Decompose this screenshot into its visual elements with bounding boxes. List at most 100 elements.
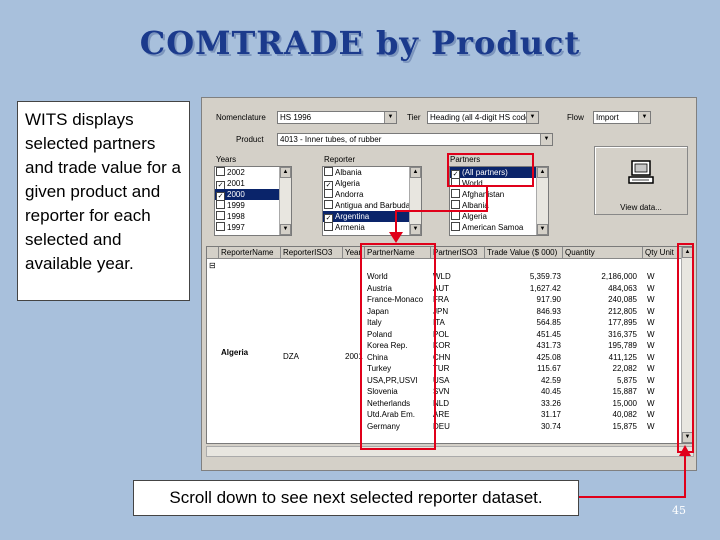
qty-unit-cell: W [647, 341, 655, 350]
flow-select[interactable]: Import ▼ [593, 111, 651, 124]
list-item-label: Albania [335, 168, 362, 177]
checkbox-icon[interactable] [216, 167, 225, 176]
checkbox-icon[interactable] [451, 189, 460, 198]
list-item-label: Albania [462, 201, 489, 210]
arrow-up-icon [679, 445, 691, 456]
view-data-label: View data... [620, 203, 662, 212]
partner-iso3-cell: AUT [433, 283, 449, 293]
years-scrollbar[interactable]: ▲ ▼ [279, 167, 291, 235]
connector-line [684, 453, 686, 498]
trade-value-cell: 31.17 [540, 410, 561, 419]
list-item-label: 1998 [227, 212, 245, 221]
list-item-label: 2000 [227, 190, 245, 199]
scroll-up-icon[interactable]: ▲ [410, 167, 421, 178]
list-item[interactable]: Armenia [323, 222, 421, 233]
computer-icon [628, 160, 654, 184]
list-item-label: Armenia [335, 223, 365, 232]
list-item[interactable]: ✓ Algeria [323, 178, 421, 190]
column-header[interactable]: Trade Value ($ 000) [485, 247, 563, 259]
trade-value-cell: 42.59 [540, 375, 561, 385]
list-item-label: Algeria [335, 179, 360, 188]
checkbox-icon[interactable] [324, 167, 333, 176]
checkbox-icon[interactable] [216, 222, 225, 231]
partner-iso3-cell: CHN [433, 352, 451, 362]
partner-iso3-cell: WLD [433, 272, 451, 281]
scroll-up-icon[interactable]: ▲ [280, 167, 291, 178]
qty-unit-cell: W [647, 398, 655, 408]
grid-hscrollbar[interactable] [206, 446, 694, 457]
expand-toggle-icon[interactable]: ⊟ [209, 260, 218, 271]
partner-iso3-cell: USA [433, 375, 450, 385]
trade-value-cell: 451.45 [536, 329, 561, 339]
list-item[interactable]: American Samoa [450, 222, 548, 233]
nomenclature-select[interactable]: HS 1996 ▼ [277, 111, 397, 124]
checkbox-icon[interactable] [451, 211, 460, 220]
checkbox-icon[interactable] [324, 200, 333, 209]
list-item[interactable]: Andorra [323, 189, 421, 200]
qty-unit-cell: W [647, 421, 655, 431]
reporter-list[interactable]: Albania ✓ Algeria Andorra Antigua and Barbud… [322, 166, 422, 236]
tier-select[interactable]: Heading (all 4-digit HS codes) ▼ [427, 111, 539, 124]
column-header[interactable]: PartnerISO3 [431, 247, 485, 259]
years-label: Years [216, 155, 237, 164]
chevron-down-icon: ▼ [384, 112, 396, 123]
quantity-cell: 15,000 [612, 398, 637, 408]
group-reporter-iso3: DZA [283, 352, 299, 361]
trade-value-cell: 425.08 [536, 352, 561, 362]
partner-column-highlight [360, 243, 436, 450]
list-item[interactable]: ✓ Argentina [323, 211, 421, 223]
connector-line [486, 187, 488, 211]
quantity-cell: 2,186,000 [601, 272, 637, 281]
scroll-down-icon[interactable]: ▼ [280, 224, 291, 235]
list-item[interactable]: Afghanistan [450, 189, 548, 200]
qty-unit-cell: W [647, 375, 655, 385]
checkbox-icon[interactable] [216, 211, 225, 220]
quantity-cell: 22,082 [612, 364, 637, 373]
qty-unit-cell: W [647, 329, 655, 339]
partner-iso3-cell: ARE [433, 410, 450, 419]
view-data-button[interactable]: View data... [594, 146, 688, 215]
trade-value-cell: 917.90 [536, 295, 561, 304]
trade-value-cell: 846.93 [536, 306, 561, 316]
list-item[interactable]: Algeria [450, 211, 548, 222]
tier-label: Tier [407, 113, 421, 122]
trade-value-cell: 5,359.73 [529, 272, 561, 281]
group-reporter-name: Algeria [221, 348, 249, 357]
trade-value-cell: 115.67 [537, 364, 561, 373]
qty-unit-cell: W [647, 318, 655, 327]
slide-title: COMTRADE by Product [139, 24, 581, 62]
partner-iso3-cell: KOR [433, 341, 451, 350]
scrollbar-highlight [677, 243, 694, 453]
qty-unit-cell: W [647, 352, 655, 362]
explanation-box: WITS displays selected partners and trad… [17, 101, 190, 301]
nomenclature-value: HS 1996 [280, 113, 312, 122]
column-header[interactable]: ReporterName [219, 247, 281, 259]
reporter-scrollbar[interactable]: ▲ ▼ [409, 167, 421, 235]
data-grid[interactable]: ReporterName ReporterISO3 Year PartnerNa… [206, 246, 694, 444]
qty-unit-cell: W [647, 387, 655, 396]
qty-unit-cell: W [647, 364, 655, 373]
years-list[interactable]: 2002 ✓ 2001 ✓ 2000 1999 1998 1997 ▲ ▼ [214, 166, 292, 236]
quantity-cell: 15,875 [612, 421, 637, 431]
connector-line [395, 210, 488, 212]
scroll-down-icon[interactable]: ▼ [537, 224, 548, 235]
checkbox-icon[interactable] [451, 222, 460, 231]
partner-iso3-cell: FRA [433, 295, 449, 304]
scroll-up-icon[interactable]: ▲ [537, 167, 548, 178]
checkbox-icon[interactable] [324, 189, 333, 198]
list-item-label: 2002 [227, 168, 245, 177]
checkbox-icon[interactable] [451, 200, 460, 209]
list-item[interactable]: Albania [323, 167, 421, 178]
quantity-cell: 15,887 [612, 387, 637, 396]
qty-unit-cell: W [647, 306, 655, 316]
product-select[interactable]: 4013 - Inner tubes, of rubber ▼ [277, 133, 553, 146]
partners-scrollbar[interactable]: ▲ ▼ [536, 167, 548, 235]
scroll-down-icon[interactable]: ▼ [410, 224, 421, 235]
reporter-label: Reporter [324, 155, 356, 164]
column-header[interactable]: ReporterISO3 [281, 247, 343, 259]
column-header[interactable]: Quantity [563, 247, 643, 259]
checkbox-icon[interactable] [216, 200, 225, 209]
flow-value: Import [596, 113, 619, 122]
checkbox-icon[interactable] [324, 222, 333, 231]
list-item-label: 1997 [227, 223, 245, 232]
